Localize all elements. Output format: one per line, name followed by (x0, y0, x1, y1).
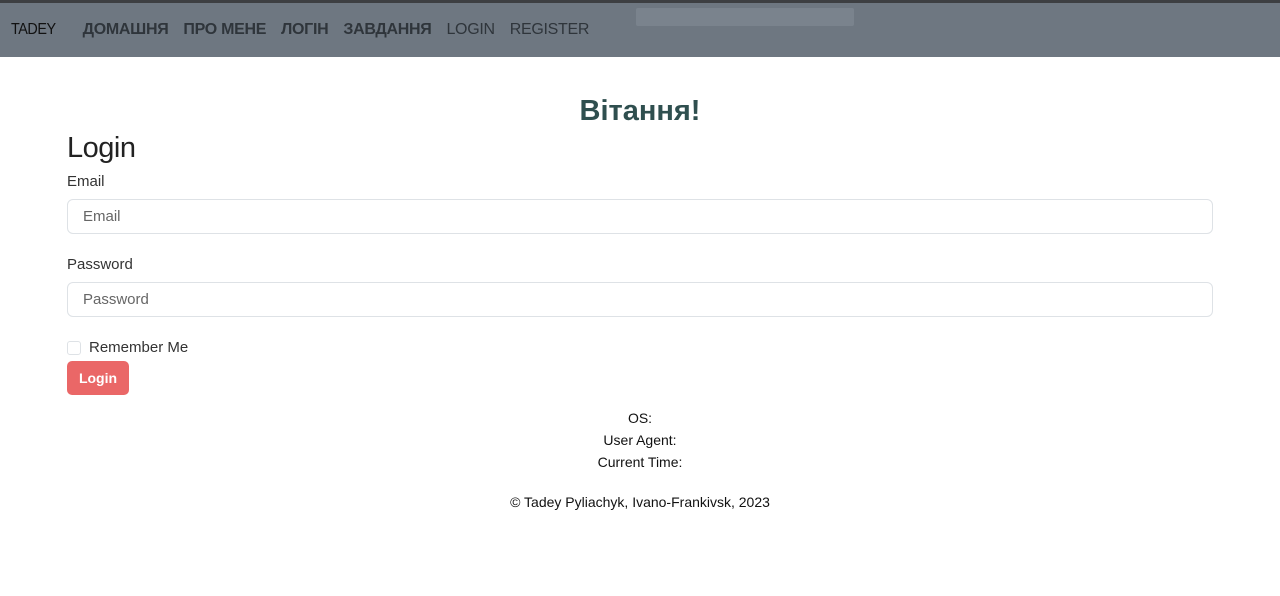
nav-item-about[interactable]: ПРО МЕНЕ (183, 21, 266, 39)
nav-item-login[interactable]: LOGIN (446, 21, 495, 39)
login-form: Login Email Password Remember Me Login (67, 132, 1213, 395)
nav-item-home[interactable]: ДОМАШНЯ (83, 21, 169, 39)
nav-item-tasks[interactable]: ЗАВДАННЯ (343, 21, 431, 39)
form-title: Login (67, 132, 136, 164)
os-info: OS: (627, 410, 653, 426)
email-label: Email (67, 173, 105, 190)
email-input[interactable] (67, 199, 1213, 234)
password-input[interactable] (67, 282, 1213, 317)
nav-item-login-ua[interactable]: ЛОГІН (281, 21, 329, 39)
remember-me-checkbox[interactable] (67, 340, 81, 355)
nav-item-register[interactable]: REGISTER (510, 21, 590, 39)
remember-me[interactable]: Remember Me (67, 339, 1213, 356)
faded-overlay-hint (636, 8, 854, 26)
user-agent-info: User Agent: (603, 432, 677, 448)
navbar-brand[interactable]: TADEY (11, 21, 56, 39)
navbar: TADEY ДОМАШНЯ ПРО МЕНЕ ЛОГІН ЗАВДАННЯ LO… (0, 3, 1280, 57)
current-time-info: Current Time: (597, 454, 683, 470)
client-info: OS: User Agent: Current Time: (0, 407, 1280, 473)
login-button[interactable]: Login (67, 361, 129, 395)
footer-copyright: © Tadey Pyliachyk, Ivano-Frankivsk, 2023 (510, 494, 770, 510)
remember-me-label: Remember Me (89, 339, 189, 356)
password-label: Password (67, 256, 133, 273)
greeting-heading: Вітання! (579, 95, 701, 127)
